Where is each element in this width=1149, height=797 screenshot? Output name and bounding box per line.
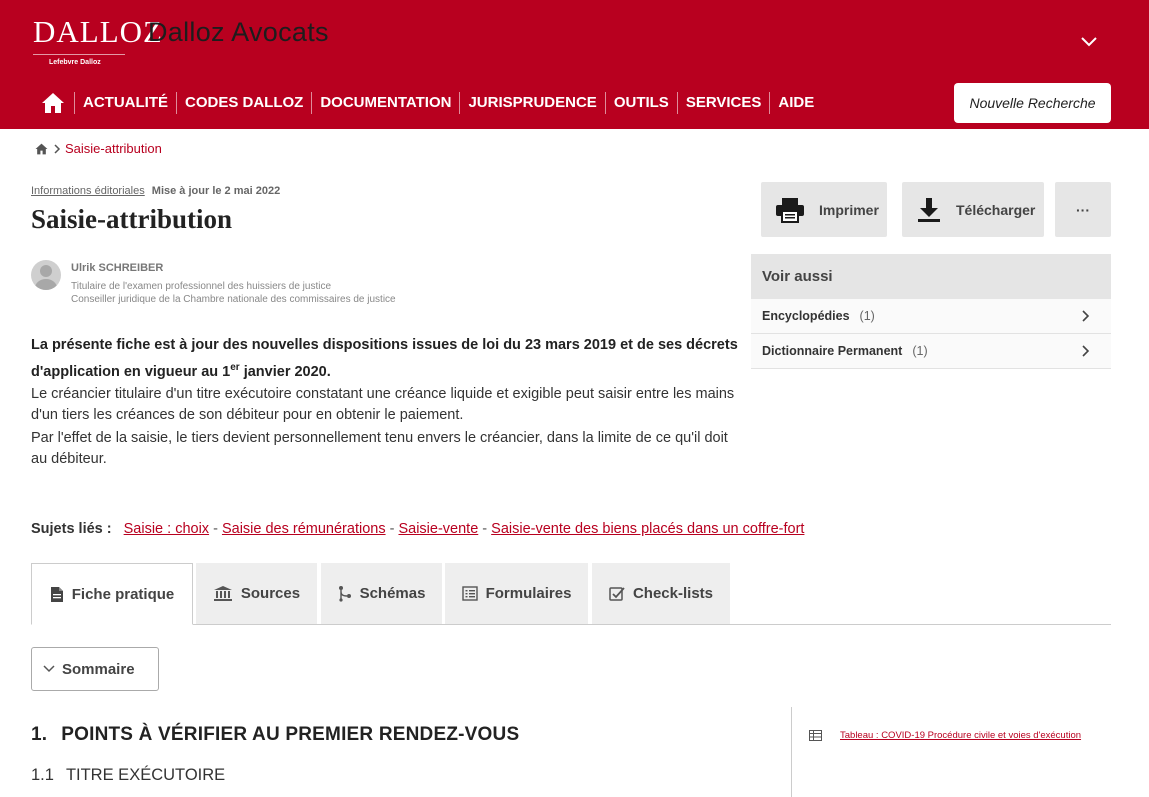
separator: - [209, 521, 222, 537]
side-link-text[interactable]: Tableau : COVID-19 Procédure civile et v… [840, 730, 1081, 741]
nav-item-documentation[interactable]: DOCUMENTATION [311, 92, 459, 114]
logo-wordmark: DALLOZ [33, 14, 163, 49]
page-title: Saisie-attribution [31, 204, 233, 234]
dalloz-logo[interactable]: DALLOZ Lefebvre Dalloz [33, 14, 162, 70]
home-icon[interactable] [35, 143, 48, 155]
avatar [31, 260, 61, 290]
chevron-right-icon [1082, 345, 1090, 357]
download-button[interactable]: Télécharger [902, 182, 1044, 237]
nav-item-services[interactable]: SERVICES [676, 92, 770, 114]
tab-sources[interactable]: Sources [196, 563, 317, 624]
content-divider [791, 707, 792, 797]
intro-update-note: La présente fiche est à jour des nouvell… [31, 337, 738, 380]
breadcrumb: Saisie-attribution [35, 141, 162, 156]
editorial-meta: Informations éditoriales Mise à jour le … [31, 185, 280, 197]
tab-schemas[interactable]: Schémas [321, 563, 442, 624]
tab-label: Fiche pratique [71, 585, 175, 603]
content-tabs: Fiche pratique Sources Schémas Formulair… [31, 563, 1111, 625]
subsection-title: TITRE EXÉCUTOIRE [65, 766, 226, 784]
more-icon: ··· [1076, 201, 1090, 218]
author-role: Titulaire de l'examen professionnel des … [71, 281, 332, 292]
sommaire-label: Sommaire [62, 660, 135, 678]
logo-subtitle: Lefebvre Dalloz [49, 59, 101, 66]
see-also-title: Voir aussi [751, 254, 1111, 299]
update-date: Mise à jour le 2 mai 2022 [151, 185, 281, 197]
related-label: Sujets liés : [31, 521, 112, 537]
sommaire-toggle[interactable]: Sommaire [31, 647, 159, 691]
tab-fiche-pratique[interactable]: Fiche pratique [31, 563, 193, 625]
see-also-count: (1) [859, 309, 875, 323]
printer-icon [776, 197, 804, 223]
form-icon [461, 586, 478, 601]
nav-item-jurisprudence[interactable]: JURISPRUDENCE [459, 92, 604, 114]
new-search-button[interactable]: Nouvelle Recherche [954, 83, 1111, 123]
intro-text: La présente fiche est à jour des nouvell… [31, 335, 741, 472]
logo-rule [33, 54, 125, 55]
nav-item-outils[interactable]: OUTILS [604, 92, 677, 114]
tab-label: Sources [240, 585, 301, 602]
separator: - [385, 521, 399, 537]
flow-icon [338, 586, 351, 602]
related-link-saisie-vente-coffre-fort[interactable]: Saisie-vente des biens placés dans un co… [491, 521, 804, 537]
checkbox-icon [609, 587, 625, 601]
tab-check-lists[interactable]: Check-lists [592, 563, 730, 624]
document-icon [50, 586, 63, 602]
chevron-down-icon [43, 665, 55, 673]
see-also-label: Dictionnaire Permanent [762, 344, 903, 358]
see-also-item-dictionnaire[interactable]: Dictionnaire Permanent (1) [751, 334, 1111, 369]
nav-item-codes-dalloz[interactable]: CODES DALLOZ [176, 92, 311, 114]
intro-paragraph: Par l'effet de la saisie, le tiers devie… [31, 429, 728, 468]
chevron-right-icon [1082, 310, 1090, 322]
section-heading: 1. POINTS À VÉRIFIER AU PREMIER RENDEZ-VO… [31, 724, 519, 746]
author-role: Conseiller juridique de la Chambre natio… [71, 294, 396, 305]
section-number: 1. [31, 724, 48, 745]
tab-formulaires[interactable]: Formulaires [445, 563, 588, 624]
more-options-button[interactable]: ··· [1055, 182, 1111, 237]
see-also-count: (1) [912, 344, 928, 358]
see-also-item-encyclopedies[interactable]: Encyclopédies (1) [751, 299, 1111, 334]
print-button[interactable]: Imprimer [761, 182, 887, 237]
breadcrumb-chevron-icon [54, 143, 61, 154]
breadcrumb-current[interactable]: Saisie-attribution [65, 141, 162, 156]
related-link-saisie-choix[interactable]: Saisie : choix [124, 521, 209, 537]
related-link-saisie-vente[interactable]: Saisie-vente [398, 521, 478, 537]
home-icon[interactable] [38, 88, 68, 118]
print-label: Imprimer [819, 201, 879, 218]
see-also-panel: Voir aussi Encyclopédies (1) Dictionnair… [751, 254, 1111, 369]
tab-label: Formulaires [485, 585, 572, 602]
subsection-heading: 1.1 TITRE EXÉCUTOIRE [31, 766, 225, 785]
tab-label: Schémas [359, 585, 426, 602]
see-also-label: Encyclopédies [762, 309, 850, 323]
subsection-number: 1.1 [31, 766, 54, 784]
nav-item-actualite[interactable]: ACTUALITÉ [74, 92, 176, 114]
separator: - [478, 521, 492, 537]
chevron-down-icon[interactable] [1078, 30, 1100, 52]
related-subjects: Sujets liés : Saisie : choix - Saisie de… [31, 521, 804, 537]
main-nav: ACTUALITÉ CODES DALLOZ DOCUMENTATION JUR… [38, 88, 822, 118]
related-link-saisie-remunerations[interactable]: Saisie des rémunérations [222, 521, 386, 537]
download-label: Télécharger [956, 201, 1036, 218]
editorial-info-link[interactable]: Informations éditoriales [31, 185, 145, 197]
nav-item-aide[interactable]: AIDE [769, 92, 822, 114]
download-icon [918, 197, 940, 222]
author-name: Ulrik SCHREIBER [71, 262, 164, 274]
table-icon [809, 730, 822, 741]
section-title: POINTS À VÉRIFIER AU PREMIER RENDEZ-VOUS [61, 724, 520, 745]
side-table-link[interactable]: Tableau : COVID-19 Procédure civile et v… [809, 730, 1081, 741]
top-header: DALLOZ Lefebvre Dalloz Dalloz Avocats AC… [0, 0, 1149, 129]
bank-icon [213, 586, 232, 601]
app-title: Dalloz Avocats [148, 17, 329, 47]
intro-paragraph: Le créancier titulaire d'un titre exécut… [31, 385, 735, 424]
tab-label: Check-lists [632, 585, 714, 602]
